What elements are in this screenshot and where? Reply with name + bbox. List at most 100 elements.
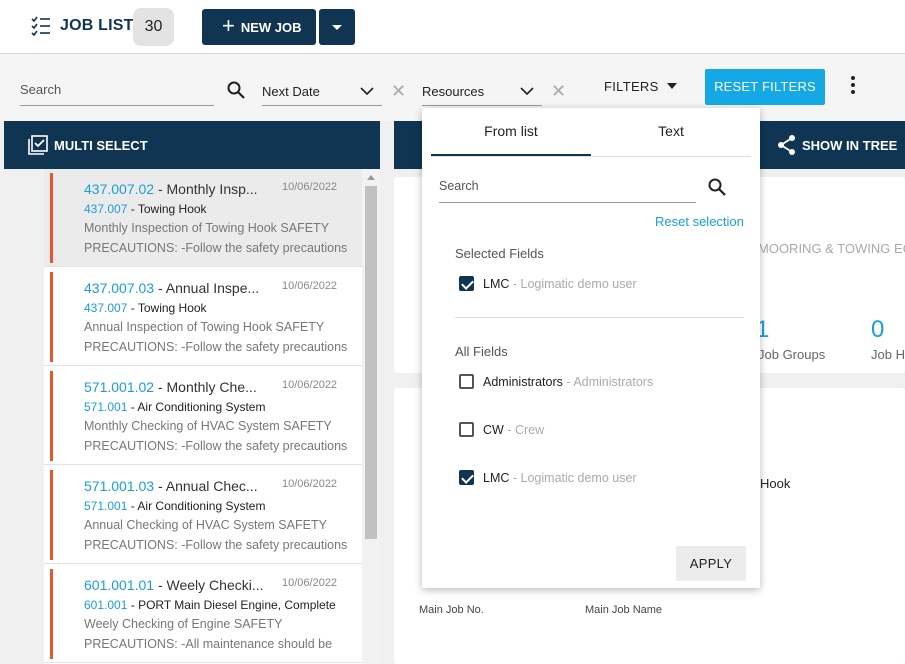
reset-selection-link[interactable]: Reset selection — [655, 214, 744, 229]
parent-name: - Towing Hook — [130, 202, 207, 216]
parent-code[interactable]: 571.001 — [84, 400, 127, 414]
top-header: JOB LIST 30 + NEW JOB — [0, 0, 905, 54]
main-job-no-label: Main Job No. — [419, 604, 484, 616]
all-fields-heading: All Fields — [455, 344, 508, 359]
resources-select[interactable]: Resources — [422, 82, 542, 106]
job-description: Annual Inspection of Towing Hook SAFETY — [84, 320, 325, 334]
new-job-label: NEW JOB — [240, 19, 302, 35]
job-card[interactable]: 601.001.01 - Weely Checki... 10/06/2022 … — [44, 565, 362, 663]
scrollbar-thumb[interactable] — [365, 186, 377, 539]
main-job-name-label: Main Job Name — [585, 604, 663, 616]
item-code: Administrators — [483, 375, 563, 389]
job-date: 10/06/2022 — [282, 478, 338, 490]
job-description-cont: PRECAUTIONS: -Follow the safety precauti… — [84, 538, 348, 552]
job-description: Annual Checking of HVAC System SAFETY — [84, 518, 327, 532]
next-date-select[interactable]: Next Date — [262, 82, 382, 106]
component-name-text: Hook — [760, 476, 791, 491]
plus-icon: + — [222, 13, 235, 38]
item-description: - Crew — [507, 423, 545, 437]
parent-name: - Towing Hook — [130, 301, 207, 315]
job-date: 10/06/2022 — [282, 280, 338, 292]
status-bar — [50, 371, 53, 461]
parent-code[interactable]: 601.001 — [84, 598, 127, 612]
job-list-scrollbar[interactable] — [362, 169, 380, 664]
job-code[interactable]: 437.007.03 — [84, 280, 154, 296]
clear-date-icon[interactable]: ✕ — [391, 81, 406, 102]
parent-name: - Air Conditioning System — [130, 400, 266, 414]
job-description: Monthly Checking of HVAC System SAFETY — [84, 419, 332, 433]
tab-from-list[interactable]: From list — [431, 108, 591, 156]
job-name: - Monthly Insp... — [157, 181, 258, 197]
job-date: 10/06/2022 — [282, 181, 338, 193]
job-card[interactable]: 571.001.03 - Annual Chec... 10/06/2022 5… — [44, 466, 362, 564]
checkbox[interactable] — [459, 276, 474, 291]
more-options-icon[interactable] — [849, 76, 857, 96]
multi-select-checkbox-icon — [28, 135, 48, 155]
job-h-count: 0 — [871, 316, 885, 343]
parent-name: - Air Conditioning System — [130, 499, 266, 513]
job-name: - Annual Inspe... — [157, 280, 260, 296]
checkbox[interactable] — [459, 422, 474, 437]
job-name: - Weely Checki... — [157, 577, 264, 593]
status-bar — [50, 569, 53, 659]
share-tree-icon — [778, 135, 795, 155]
job-date: 10/06/2022 — [282, 379, 338, 391]
job-list-icon — [31, 16, 50, 37]
show-in-tree-button[interactable]: SHOW IN TREE — [802, 138, 897, 153]
search-input[interactable]: Search — [20, 82, 214, 106]
item-description: - Logimatic demo user — [512, 277, 637, 291]
parent-code[interactable]: 437.007 — [84, 301, 127, 315]
search-icon[interactable] — [226, 80, 246, 100]
component-path-text: MOORING & TOWING EQU — [758, 241, 905, 256]
item-code: CW — [483, 423, 504, 437]
resources-value: Resources — [422, 84, 485, 99]
job-card[interactable]: 437.007.02 - Monthly Insp... 10/06/2022 … — [44, 169, 362, 267]
job-code[interactable]: 571.001.02 — [84, 379, 154, 395]
caret-down-icon — [332, 25, 342, 30]
dropdown-search-input[interactable]: Search — [439, 179, 696, 203]
search-icon[interactable] — [707, 177, 727, 197]
job-code[interactable]: 601.001.01 — [84, 577, 154, 593]
tab-text[interactable]: Text — [591, 108, 751, 156]
job-name: - Annual Chec... — [157, 478, 258, 494]
job-code[interactable]: 571.001.03 — [84, 478, 154, 494]
new-job-dropdown-button[interactable] — [319, 9, 355, 45]
job-description-cont: PRECAUTIONS: -All maintenance should be — [84, 637, 333, 651]
selected-fields-heading: Selected Fields — [455, 246, 544, 261]
scroll-up-arrow-icon[interactable] — [367, 175, 375, 180]
status-bar — [50, 470, 53, 560]
status-bar — [50, 272, 53, 362]
filters-button[interactable]: FILTERS — [604, 79, 677, 94]
job-date: 10/06/2022 — [282, 577, 338, 589]
job-name: - Monthly Che... — [157, 379, 257, 395]
apply-button[interactable]: APPLY — [676, 546, 746, 581]
reset-filters-button[interactable]: RESET FILTERS — [705, 69, 825, 105]
section-divider — [455, 317, 744, 318]
job-h-label: Job H — [871, 347, 905, 362]
checkbox[interactable] — [459, 470, 474, 485]
new-job-button[interactable]: + NEW JOB — [202, 9, 316, 45]
parent-name: - PORT Main Diesel Engine, Complete — [130, 598, 336, 612]
job-description-cont: PRECAUTIONS: -Follow the safety precauti… — [84, 241, 348, 255]
caret-down-icon — [666, 83, 677, 89]
job-groups-label: Job Groups — [758, 347, 826, 362]
checkbox[interactable] — [459, 374, 474, 389]
chevron-down-icon — [520, 87, 534, 96]
job-list: 437.007.02 - Monthly Insp... 10/06/2022 … — [44, 169, 380, 664]
job-code[interactable]: 437.007.02 — [84, 181, 154, 197]
tab-divider — [431, 156, 751, 157]
item-code: LMC — [483, 471, 510, 485]
parent-code[interactable]: 437.007 — [84, 202, 127, 216]
job-card[interactable]: 437.007.03 - Annual Inspe... 10/06/2022 … — [44, 268, 362, 366]
job-card[interactable]: 571.001.02 - Monthly Che... 10/06/2022 5… — [44, 367, 362, 465]
job-description: Monthly Inspection of Towing Hook SAFETY — [84, 221, 330, 235]
page-title: JOB LIST — [60, 17, 134, 34]
item-description: - Administrators — [566, 375, 654, 389]
clear-resources-icon[interactable]: ✕ — [551, 81, 566, 102]
item-description: - Logimatic demo user — [512, 471, 637, 485]
multi-select-bar[interactable]: MULTI SELECT — [4, 121, 380, 169]
filters-label: FILTERS — [604, 79, 659, 94]
job-description-cont: PRECAUTIONS: -Follow the safety precauti… — [84, 439, 348, 453]
job-description: Weely Checking of Engine SAFETY — [84, 617, 283, 631]
parent-code[interactable]: 571.001 — [84, 499, 127, 513]
